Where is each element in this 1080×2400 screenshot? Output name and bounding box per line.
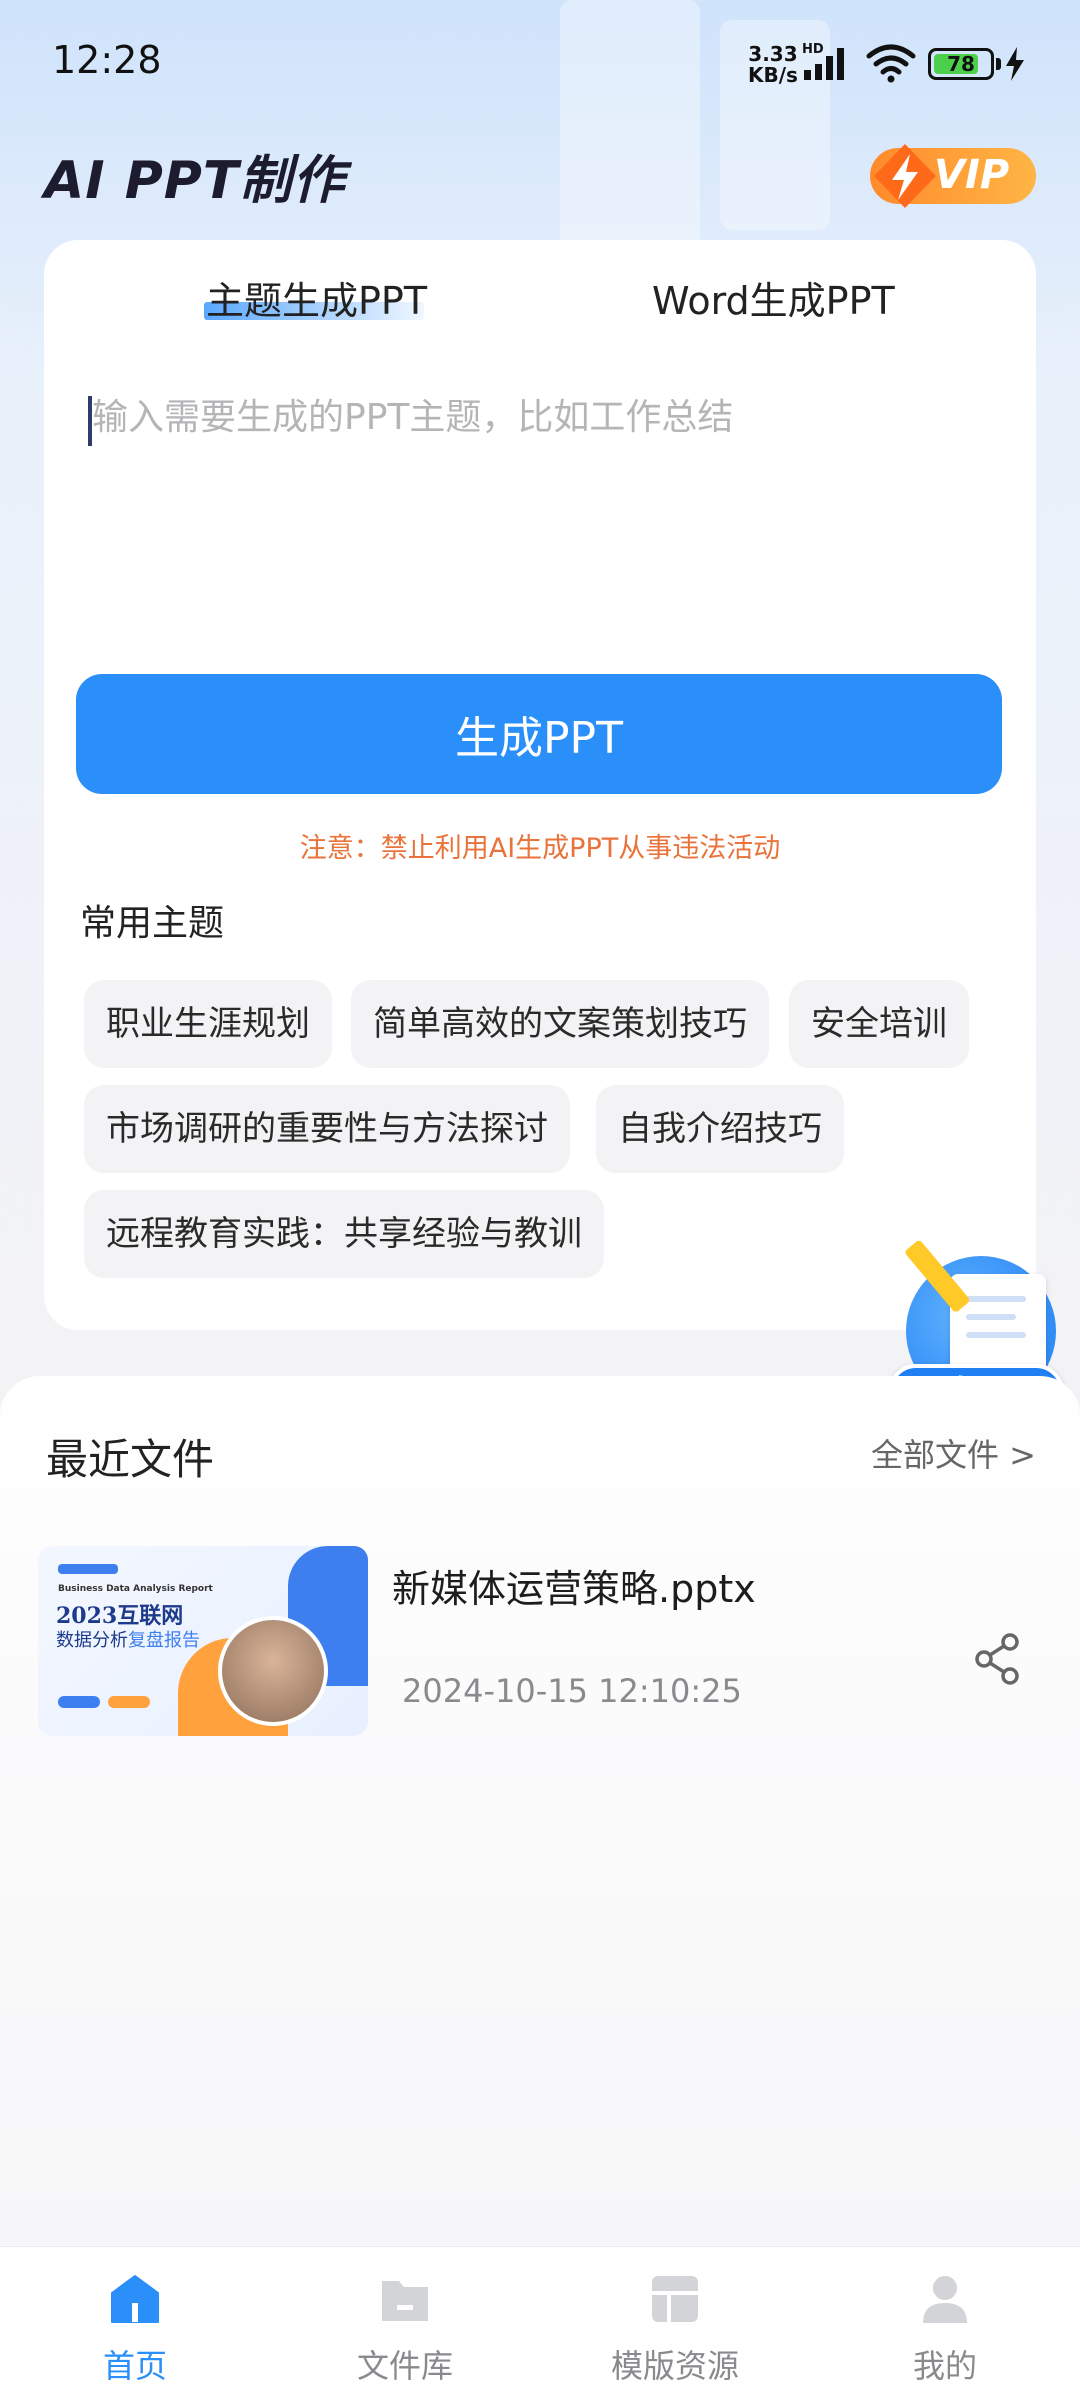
battery-tip: [996, 58, 1001, 70]
network-speed-unit: KB/s: [748, 63, 798, 87]
status-time: 12:28: [52, 38, 162, 82]
topic-chip[interactable]: 职业生涯规划: [84, 980, 332, 1068]
bottom-nav: 首页 文件库 模版资源 我的: [0, 2246, 1080, 2400]
generate-ppt-button[interactable]: 生成PPT: [76, 674, 1002, 794]
tab-word-generate[interactable]: Word生成PPT: [652, 270, 895, 325]
nav-label: 模版资源: [610, 2347, 739, 2385]
lightning-icon: [874, 144, 936, 208]
nav-label: 首页: [102, 2347, 167, 2385]
topic-chip[interactable]: 市场调研的重要性与方法探讨: [84, 1085, 570, 1173]
nav-home[interactable]: 首页: [0, 2247, 270, 2400]
wifi-icon: [866, 44, 916, 88]
thumbnail-subtitle: Business Data Analysis Report: [58, 1584, 213, 1594]
common-topics-title: 常用主题: [80, 903, 225, 944]
nav-label: 文件库: [356, 2347, 453, 2385]
battery-level: 78: [947, 52, 975, 76]
charging-icon: [1004, 46, 1026, 86]
vip-label: VIP: [934, 152, 1010, 198]
app-title: AI PPT制作: [44, 151, 346, 211]
topic-chip[interactable]: 自我介绍技巧: [596, 1085, 844, 1173]
thumbnail-title-2: 数据分析复盘报告: [56, 1626, 200, 1652]
file-timestamp: 2024-10-15 12:10:25: [402, 1672, 742, 1710]
folder-icon: [382, 2281, 428, 2321]
survey-document-icon: [950, 1274, 1046, 1378]
file-name: 新媒体运营策略.pptx: [392, 1567, 756, 1611]
battery-icon: 78: [928, 48, 994, 80]
thumbnail-title-2b: 复盘报告: [128, 1630, 200, 1651]
home-icon: [111, 2275, 159, 2323]
topic-input[interactable]: [92, 388, 992, 588]
notice-text: 注意：禁止利用AI生成PPT从事违法活动: [299, 833, 781, 864]
cellular-signal-icon: HD: [800, 42, 856, 86]
generate-card: 主题生成PPT Word生成PPT 生成PPT 注意：禁止利用AI生成PPT从事…: [44, 240, 1036, 1330]
thumbnail-shape: [108, 1696, 150, 1708]
file-list-item[interactable]: Business Data Analysis Report 2023互联网 数据…: [38, 1546, 1042, 1746]
network-speed: 3.33 KB/s: [748, 44, 798, 86]
nav-label: 我的: [912, 2347, 977, 2385]
thumbnail-shape: [58, 1696, 100, 1708]
signal-hd-tag: HD: [802, 42, 824, 57]
topic-chip[interactable]: 安全培训: [789, 980, 969, 1068]
all-files-link[interactable]: 全部文件 >: [871, 1430, 1036, 1476]
template-icon: [652, 2276, 698, 2322]
profile-icon: [923, 2276, 967, 2323]
status-bar: 12:28 3.33 KB/s HD 78: [0, 0, 1080, 130]
tab-topic-generate[interactable]: 主题生成PPT: [206, 270, 427, 325]
topic-chip[interactable]: 远程教育实践：共享经验与教训: [84, 1190, 604, 1278]
nav-templates[interactable]: 模版资源: [540, 2247, 810, 2400]
share-icon[interactable]: [972, 1632, 1022, 1686]
nav-file-library[interactable]: 文件库: [270, 2247, 540, 2400]
thumbnail-shape: [58, 1564, 118, 1574]
thumbnail-photo: [218, 1616, 328, 1726]
file-thumbnail: Business Data Analysis Report 2023互联网 数据…: [38, 1546, 368, 1736]
network-speed-value: 3.33: [748, 42, 798, 66]
vip-button[interactable]: VIP: [870, 144, 1036, 208]
thumbnail-title-2a: 数据分析: [56, 1630, 128, 1651]
nav-profile[interactable]: 我的: [810, 2247, 1080, 2400]
topic-chip[interactable]: 简单高效的文案策划技巧: [351, 980, 769, 1068]
recent-files-title: 最近文件: [46, 1435, 215, 1484]
